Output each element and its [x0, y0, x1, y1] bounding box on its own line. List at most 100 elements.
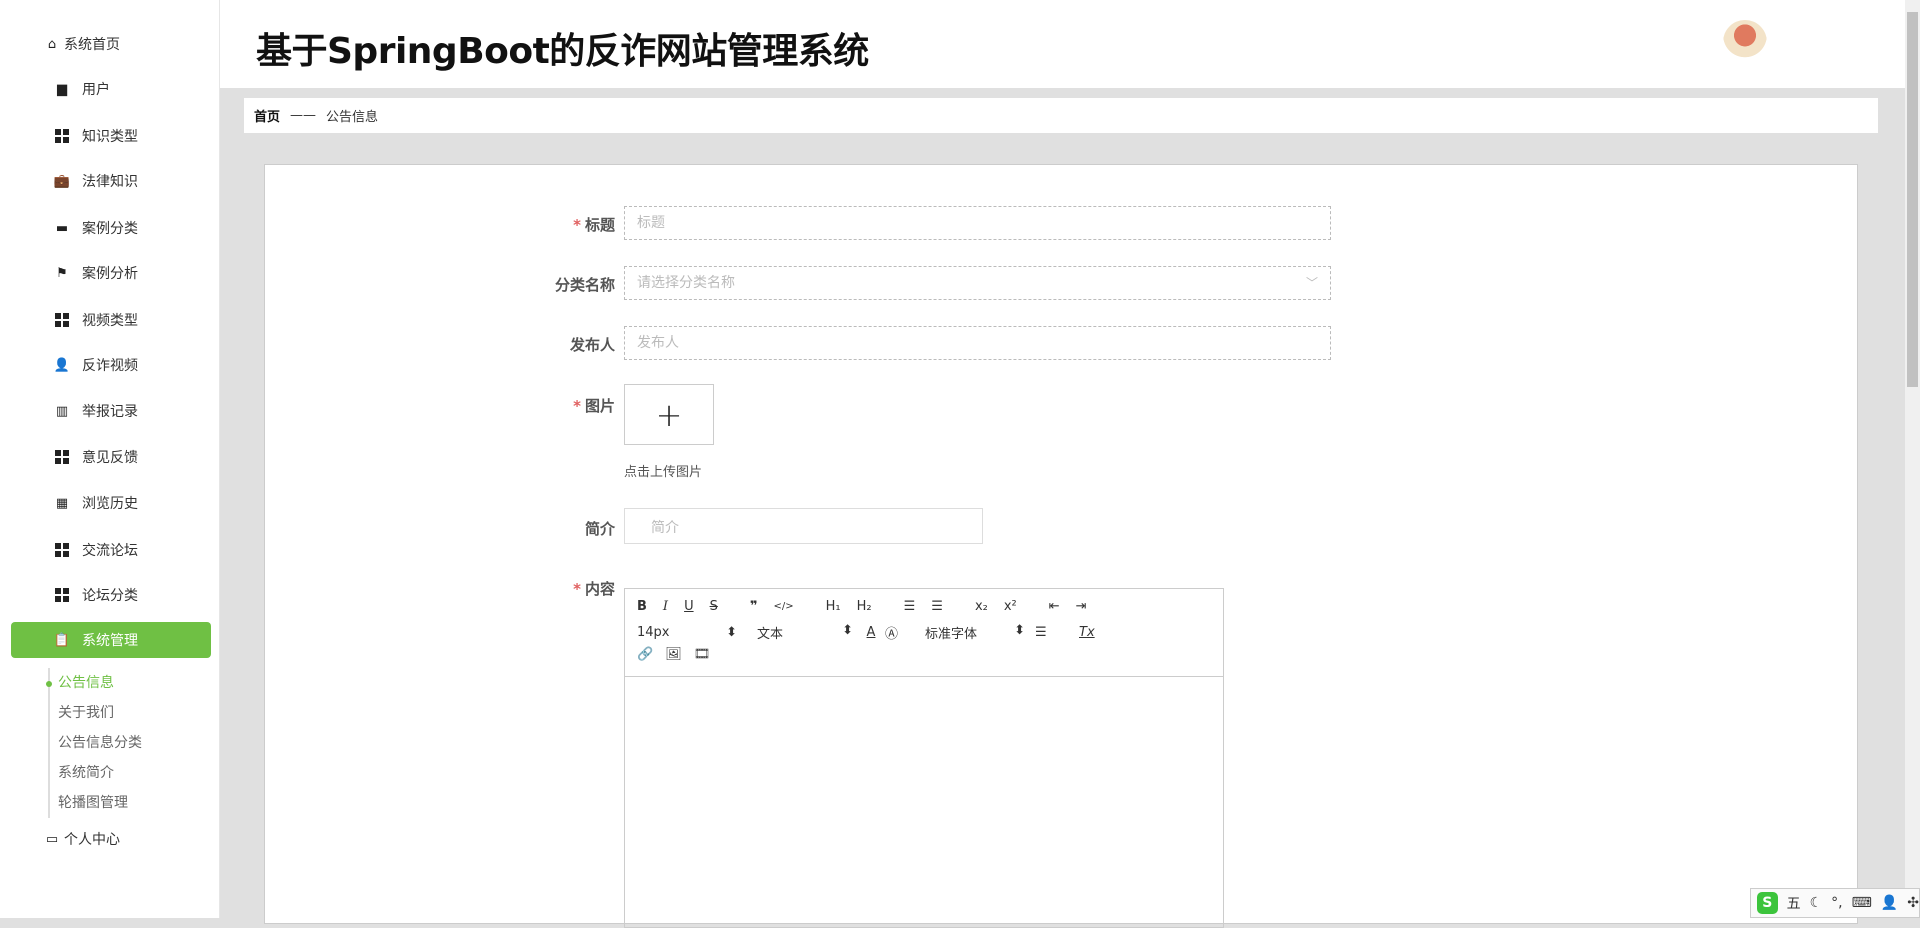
- keyboard-icon[interactable]: ⌨: [1852, 895, 1872, 911]
- sidebar-item-video[interactable]: 👤 反诈视频: [0, 345, 220, 385]
- sidebar-item-law[interactable]: 💼 法律知识: [0, 161, 220, 201]
- subscript-button[interactable]: x₂: [975, 599, 988, 614]
- sidebar-item-forum-category[interactable]: 论坛分类: [0, 575, 220, 615]
- home-icon: ⌂: [47, 36, 57, 52]
- submenu-system-intro[interactable]: 系统简介: [58, 761, 114, 785]
- sidebar-item-video-type[interactable]: 视频类型: [0, 300, 220, 340]
- grid-icon: [54, 312, 70, 328]
- user-card-icon: ▆: [57, 81, 67, 97]
- chevron-down-icon: ﹀: [1305, 276, 1318, 290]
- sidebar-item-label: 知识类型: [82, 129, 138, 145]
- font-family-select[interactable]: 标准字体 ⬍: [925, 623, 1035, 642]
- upload-hint: 点击上传图片: [624, 465, 703, 480]
- image-icon[interactable]: 🖼: [665, 647, 682, 662]
- image-label: * 图片: [573, 397, 615, 415]
- book-icon: ▥: [55, 403, 69, 419]
- publisher-input[interactable]: 发布人: [624, 326, 1331, 360]
- header-select[interactable]: 文本 ⬍: [747, 623, 857, 642]
- indent-button[interactable]: ⇥: [1076, 599, 1087, 614]
- sidebar-item-case-analysis[interactable]: ⚑ 案例分析: [0, 253, 220, 293]
- breadcrumb-separator: ——: [290, 108, 317, 123]
- publisher-label: 发布人: [569, 336, 615, 354]
- sidebar-item-label: 视频类型: [82, 313, 138, 329]
- grid9-icon: ▦: [55, 495, 69, 511]
- person-icon[interactable]: 👤: [1881, 895, 1898, 911]
- bullet-list-button[interactable]: ☰: [931, 599, 943, 614]
- grid-icon: [54, 449, 70, 465]
- code-button[interactable]: </>: [773, 601, 793, 612]
- video-icon[interactable]: 🎞: [694, 647, 711, 662]
- italic-button[interactable]: I: [663, 599, 668, 614]
- sidebar-item-feedback[interactable]: 意见反馈: [0, 437, 220, 477]
- apps-icon[interactable]: ✣: [1907, 895, 1919, 911]
- wallet-icon: ▭: [45, 831, 59, 847]
- sidebar-item-report[interactable]: ▥ 举报记录: [0, 391, 220, 431]
- clear-format-button[interactable]: Tx: [1079, 625, 1095, 640]
- sidebar-item-history[interactable]: ▦ 浏览历史: [0, 483, 220, 523]
- person-icon: 👤: [53, 357, 71, 373]
- sidebar-item-label: 用户: [82, 82, 110, 98]
- submenu-announcement[interactable]: 公告信息: [58, 671, 114, 695]
- sidebar-item-label: 案例分类: [82, 221, 138, 237]
- sidebar: ⌂ 系统首页 ▆ 用户 知识类型 💼 法律知识 ▬ 案例分类 ⚑ 案例分析 视频类型 👤 反…: [0, 0, 220, 918]
- align-button[interactable]: ☰: [1035, 625, 1079, 640]
- title-input[interactable]: 标题: [624, 206, 1331, 240]
- title-label: * 标题: [573, 216, 615, 234]
- grid-icon: [54, 128, 70, 144]
- ordered-list-button[interactable]: ☰: [904, 599, 916, 614]
- sidebar-item-label: 举报记录: [82, 404, 138, 420]
- moon-icon[interactable]: ☾: [1810, 895, 1823, 911]
- font-size-select[interactable]: 14px ⬍: [637, 625, 747, 640]
- sidebar-item-forum[interactable]: 交流论坛: [0, 530, 220, 570]
- intro-textarea[interactable]: 简介: [624, 508, 983, 544]
- sidebar-item-personal[interactable]: ▭ 个人中心: [0, 819, 220, 859]
- editor-toolbar: B I U S ❞ </> H₁ H₂ ☰ ☰ x₂ x² ⇤ ⇥ 14px ⬍ …: [625, 589, 1223, 677]
- sidebar-item-home[interactable]: ⌂ 系统首页: [0, 24, 220, 64]
- header: 基于SpringBoot的反诈网站管理系统: [220, 0, 1905, 88]
- sidebar-item-case-category[interactable]: ▬ 案例分类: [0, 208, 220, 248]
- grid-icon: [54, 542, 70, 558]
- sidebar-item-label: 法律知识: [82, 174, 138, 190]
- plus-icon: +: [655, 395, 683, 434]
- briefcase-icon: 💼: [53, 173, 71, 189]
- link-icon[interactable]: 🔗: [637, 647, 653, 662]
- sidebar-item-label: 系统首页: [64, 37, 120, 53]
- font-color-button[interactable]: A: [857, 625, 885, 640]
- sidebar-item-system[interactable]: 📋 系统管理: [11, 622, 211, 658]
- scrollbar-thumb[interactable]: [1907, 12, 1918, 387]
- background-color-button[interactable]: Ⓐ: [885, 623, 925, 642]
- sogou-logo-icon[interactable]: S: [1757, 892, 1778, 914]
- category-select[interactable]: 请选择分类名称 ﹀: [624, 266, 1331, 300]
- sidebar-item-knowledge-type[interactable]: 知识类型: [0, 116, 220, 156]
- underline-button[interactable]: U: [684, 599, 694, 614]
- submenu-carousel[interactable]: 轮播图管理: [58, 791, 128, 815]
- outdent-button[interactable]: ⇤: [1049, 599, 1060, 614]
- ime-toolbar: S 五 ☾ °, ⌨ 👤 ✣: [1750, 888, 1920, 918]
- content-label: * 内容: [573, 580, 615, 598]
- superscript-button[interactable]: x²: [1004, 599, 1017, 614]
- sidebar-item-user[interactable]: ▆ 用户: [0, 69, 220, 109]
- h1-button[interactable]: H₁: [826, 599, 841, 614]
- h2-button[interactable]: H₂: [857, 599, 872, 614]
- avatar[interactable]: [1723, 20, 1767, 64]
- active-dot: [46, 681, 52, 687]
- image-upload-button[interactable]: +: [624, 384, 714, 445]
- submenu-about[interactable]: 关于我们: [58, 701, 114, 725]
- comment-icon: ▬: [55, 220, 69, 236]
- scrollbar[interactable]: [1905, 0, 1920, 918]
- breadcrumb-home[interactable]: 首页: [254, 106, 280, 125]
- rich-text-editor: B I U S ❞ </> H₁ H₂ ☰ ☰ x₂ x² ⇤ ⇥ 14px ⬍ …: [624, 588, 1224, 928]
- flag-icon: ⚑: [56, 265, 68, 281]
- sidebar-item-label: 论坛分类: [82, 588, 138, 604]
- strike-button[interactable]: S: [710, 599, 718, 614]
- punctuation-icon[interactable]: °,: [1831, 895, 1842, 911]
- sidebar-item-label: 交流论坛: [82, 543, 138, 559]
- ime-mode[interactable]: 五: [1787, 893, 1801, 913]
- category-label: 分类名称: [554, 276, 615, 294]
- grid-icon: [54, 587, 70, 603]
- blockquote-button[interactable]: ❞: [750, 599, 758, 614]
- page-title: 基于SpringBoot的反诈网站管理系统: [256, 31, 869, 72]
- bold-button[interactable]: B: [637, 599, 647, 614]
- breadcrumb: 首页 —— 公告信息: [244, 98, 1878, 133]
- submenu-announcement-category[interactable]: 公告信息分类: [58, 731, 142, 755]
